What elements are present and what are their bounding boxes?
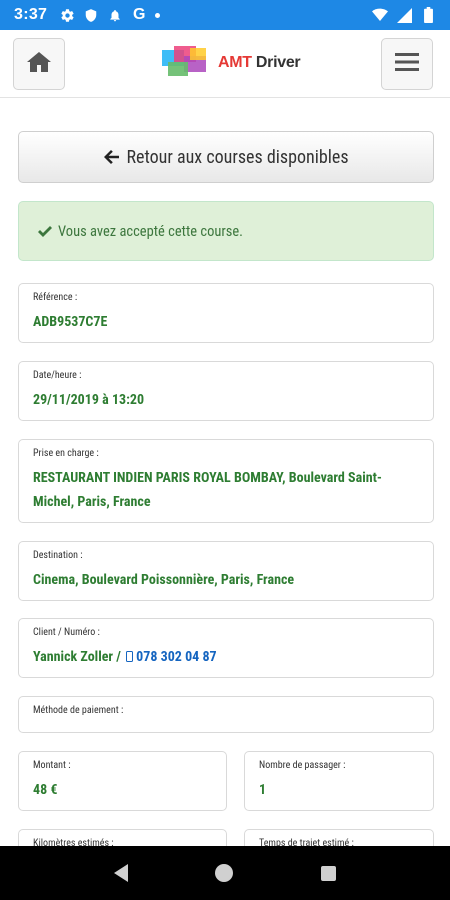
- datetime-value: 29/11/2019 à 13:20: [33, 392, 145, 408]
- menu-button[interactable]: [381, 38, 433, 90]
- battery-icon: [420, 7, 436, 23]
- field-client: Client / Numéro : Yannick Zoller / 078 3…: [18, 618, 434, 678]
- field-label: Temps de trajet estimé :: [259, 838, 354, 846]
- field-label: Date/heure :: [33, 370, 82, 381]
- field-label: Référence :: [33, 292, 78, 303]
- alert-message: Vous avez accepté cette course.: [58, 222, 244, 240]
- field-label: Nombre de passager :: [259, 760, 346, 771]
- wifi-icon: [372, 7, 388, 23]
- nav-back-icon[interactable]: [113, 864, 128, 882]
- app-screen: 3:37 G AMT Driver Retour aux courses dis…: [0, 0, 450, 900]
- logo-driver-text: Driver: [251, 54, 301, 71]
- field-label: Client / Numéro :: [33, 627, 100, 638]
- dot-icon: [155, 12, 161, 18]
- client-name: Yannick Zoller /: [33, 649, 125, 665]
- amt-driver-logo: AMT Driver: [162, 44, 322, 82]
- gear-icon: [59, 7, 75, 23]
- android-navigation-bar: [0, 846, 450, 900]
- field-label: Prise en charge :: [33, 448, 99, 459]
- app-header: AMT Driver: [0, 30, 450, 98]
- main-content: Retour aux courses disponibles Vous avez…: [0, 98, 450, 846]
- field-label: Destination :: [33, 550, 83, 561]
- hamburger-menu-icon: [394, 51, 420, 77]
- arrow-left-icon: [103, 149, 120, 165]
- status-bar: 3:37 G: [0, 0, 450, 30]
- nav-home-icon[interactable]: [215, 864, 234, 882]
- nav-recent-apps-icon[interactable]: [321, 865, 337, 881]
- field-datetime: Date/heure : 29/11/2019 à 13:20: [18, 361, 434, 421]
- field-payment-method: Méthode de paiement :: [18, 696, 434, 733]
- pickup-value: RESTAURANT INDIEN PARIS ROYAL BOMBAY, Bo…: [33, 470, 382, 510]
- field-amount: Montant : 48 €: [18, 751, 227, 811]
- client-value: Yannick Zoller / 078 302 04 87: [33, 645, 419, 669]
- field-label: Kilomètres estimés :: [33, 838, 114, 846]
- mobile-phone-icon: [126, 651, 134, 662]
- field-label: Montant :: [33, 760, 71, 771]
- shield-icon: [83, 7, 99, 23]
- logo-amt-text: AMT: [218, 54, 252, 71]
- field-label: Méthode de paiement :: [33, 705, 124, 716]
- field-estimated-duration: Temps de trajet estimé :: [244, 829, 434, 846]
- home-icon: [26, 51, 52, 77]
- destination-value: Cinema, Boulevard Poissonnière, Paris, F…: [33, 572, 295, 588]
- back-to-available-rides-button[interactable]: Retour aux courses disponibles: [18, 131, 434, 183]
- success-alert: Vous avez accepté cette course.: [18, 201, 434, 261]
- back-button-label: Retour aux courses disponibles: [126, 146, 349, 168]
- check-icon: [37, 225, 53, 238]
- bell-icon: [107, 7, 123, 23]
- field-destination: Destination : Cinema, Boulevard Poissonn…: [18, 541, 434, 601]
- passengers-value: 1: [259, 782, 267, 798]
- client-phone-number: 078 302 04 87: [136, 649, 217, 665]
- field-estimated-km: Kilomètres estimés :: [18, 829, 227, 846]
- home-button[interactable]: [13, 38, 65, 90]
- signal-icon: [396, 7, 412, 23]
- field-reference: Référence : ADB9537C7E: [18, 283, 434, 343]
- logo-mark-icon: [162, 46, 212, 80]
- reference-value: ADB9537C7E: [33, 314, 108, 330]
- status-time: 3:37: [14, 6, 48, 23]
- field-pickup: Prise en charge : RESTAURANT INDIEN PARI…: [18, 439, 434, 523]
- amount-value: 48 €: [33, 782, 58, 798]
- google-g-icon: G: [133, 6, 146, 23]
- field-passengers: Nombre de passager : 1: [244, 751, 434, 811]
- client-phone-link[interactable]: 078 302 04 87: [124, 649, 217, 665]
